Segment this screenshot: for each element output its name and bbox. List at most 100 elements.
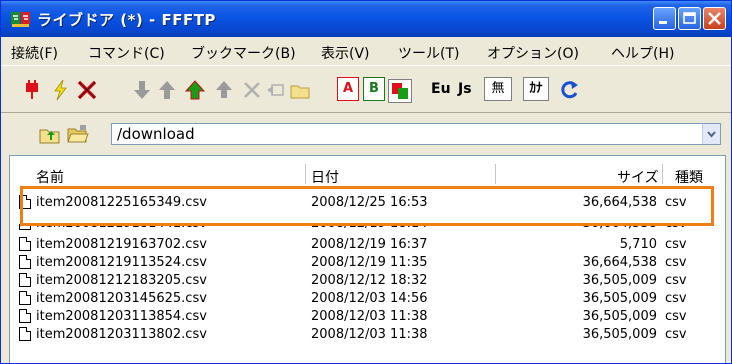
file-date: 2008/12/03 11:38: [311, 327, 428, 342]
no-convert-button[interactable]: 無: [484, 77, 512, 101]
file-name: item20081225165349.csv: [36, 195, 207, 210]
file-name: item20081219163702.csv: [36, 237, 207, 252]
maximize-button[interactable]: [678, 7, 701, 30]
file-icon: [19, 327, 31, 341]
file-size: 36,664,538: [582, 216, 657, 231]
delete-button[interactable]: [241, 79, 263, 101]
column-header-date[interactable]: 日付: [311, 167, 339, 187]
connect-button[interactable]: [21, 79, 43, 101]
file-row[interactable]: item20081219181441.csv 2008/12/19 18:14 …: [10, 216, 725, 233]
auto-mode-icon: [392, 83, 408, 99]
file-name: item20081203145625.csv: [36, 291, 207, 306]
file-icon: [19, 309, 31, 323]
auto-mode-button[interactable]: [388, 79, 412, 103]
file-name: item20081212183205.csv: [36, 273, 207, 288]
file-size: 5,710: [619, 237, 657, 252]
file-size: 36,505,009: [582, 327, 657, 342]
remote-file-list[interactable]: 名前 日付 サイズ 種類 item20081225165349.csv 2008…: [9, 155, 726, 363]
file-size: 36,505,009: [582, 273, 657, 288]
parent-folder-button[interactable]: [39, 124, 61, 146]
file-icon: [19, 237, 31, 251]
file-row[interactable]: item20081219113524.csv 2008/12/19 11:35 …: [10, 255, 725, 272]
remote-path-input[interactable]: /download: [111, 123, 721, 145]
file-row[interactable]: item20081203113802.csv 2008/12/03 11:38 …: [10, 327, 725, 344]
delete-x-icon: [244, 82, 260, 98]
window-title: ライブドア (*) - FFFTP: [37, 11, 216, 29]
column-header-size[interactable]: サイズ: [617, 167, 659, 187]
file-date: 2008/12/19 16:37: [311, 237, 428, 252]
maximize-icon: [683, 12, 696, 24]
lightning-icon: [54, 79, 67, 101]
list-header: 名前 日付 サイズ 種類: [10, 156, 725, 188]
column-header-type[interactable]: 種類: [675, 167, 703, 187]
download-button[interactable]: [131, 79, 153, 101]
ascii-mode-button[interactable]: A: [337, 77, 359, 101]
minimize-icon: [659, 21, 667, 24]
file-size: 36,664,538: [582, 195, 657, 210]
new-folder-button[interactable]: [289, 79, 311, 101]
refresh-button[interactable]: [559, 79, 581, 101]
menu-command[interactable]: コマンド(C): [88, 43, 165, 63]
file-size: 36,505,009: [582, 309, 657, 324]
close-icon: [708, 12, 721, 25]
upload-mirror-button[interactable]: [184, 79, 206, 101]
arrow-down-icon: [134, 81, 150, 99]
file-size: 36,664,538: [582, 255, 657, 270]
file-name: item20081203113802.csv: [36, 327, 207, 342]
file-date: 2008/12/19 11:35: [311, 255, 428, 270]
ffftp-app-icon[interactable]: [10, 9, 32, 29]
menu-connect[interactable]: 接続(F): [11, 43, 58, 63]
minimize-button[interactable]: [653, 7, 676, 30]
menu-bar: 接続(F) コマンド(C) ブックマーク(B) 表示(V) ツール(T) オプシ…: [1, 37, 731, 65]
refresh-icon: [561, 81, 578, 99]
plug-connect-icon: [26, 80, 38, 99]
column-divider[interactable]: [305, 164, 306, 184]
file-type: csv: [665, 291, 687, 306]
menu-tools[interactable]: ツール(T): [398, 43, 459, 63]
close-button[interactable]: [703, 7, 726, 30]
disconnect-icon: [77, 80, 97, 100]
kana-convert-button[interactable]: ｶﾅ: [523, 77, 549, 101]
kanji-euc-button[interactable]: Eu: [431, 78, 451, 100]
menu-options[interactable]: オプション(O): [487, 43, 579, 63]
menu-help[interactable]: ヘルプ(H): [611, 43, 674, 63]
file-row[interactable]: item20081225165349.csv 2008/12/25 16:53 …: [10, 195, 725, 212]
file-type: csv: [665, 255, 687, 270]
file-date: 2008/12/19 18:14: [311, 216, 428, 231]
file-type: csv: [665, 309, 687, 324]
kanji-jis-button[interactable]: Js: [458, 78, 472, 100]
path-dropdown-button[interactable]: [702, 124, 720, 144]
file-row[interactable]: item20081203145625.csv 2008/12/03 14:56 …: [10, 291, 725, 308]
chevron-down-icon: [707, 131, 716, 138]
column-divider[interactable]: [662, 164, 663, 184]
file-row[interactable]: item20081203113854.csv 2008/12/03 11:38 …: [10, 309, 725, 326]
file-row[interactable]: item20081212183205.csv 2008/12/12 18:32 …: [10, 273, 725, 290]
rename-button[interactable]: [265, 79, 287, 101]
file-name: item20081203113854.csv: [36, 309, 207, 324]
file-row[interactable]: item20081219163702.csv 2008/12/19 16:37 …: [10, 237, 725, 254]
column-divider[interactable]: [495, 164, 496, 184]
file-name: item20081219113524.csv: [36, 255, 207, 270]
open-folder-button[interactable]: [67, 123, 89, 145]
file-icon: [19, 195, 31, 209]
file-date: 2008/12/03 11:38: [311, 309, 428, 324]
folder-up-icon: [39, 129, 60, 144]
arrow-up-icon: [216, 81, 232, 98]
file-size: 36,505,009: [582, 291, 657, 306]
rename-icon: [267, 84, 284, 96]
file-icon: [19, 273, 31, 287]
column-header-name[interactable]: 名前: [36, 167, 64, 187]
binary-mode-button[interactable]: B: [363, 77, 385, 101]
title-bar[interactable]: ライブドア (*) - FFFTP: [1, 1, 731, 37]
file-type: csv: [665, 273, 687, 288]
upload-button[interactable]: [156, 79, 178, 101]
upload-all-button[interactable]: [213, 79, 235, 101]
file-icon: [19, 255, 31, 269]
menu-view[interactable]: 表示(V): [321, 43, 370, 63]
open-folder-icon: [67, 125, 89, 143]
file-name: item20081219181441.csv: [36, 216, 207, 231]
disconnect-button[interactable]: [76, 79, 98, 101]
menu-bookmark[interactable]: ブックマーク(B): [191, 43, 296, 63]
quick-connect-button[interactable]: [49, 79, 71, 101]
file-type: csv: [665, 327, 687, 342]
